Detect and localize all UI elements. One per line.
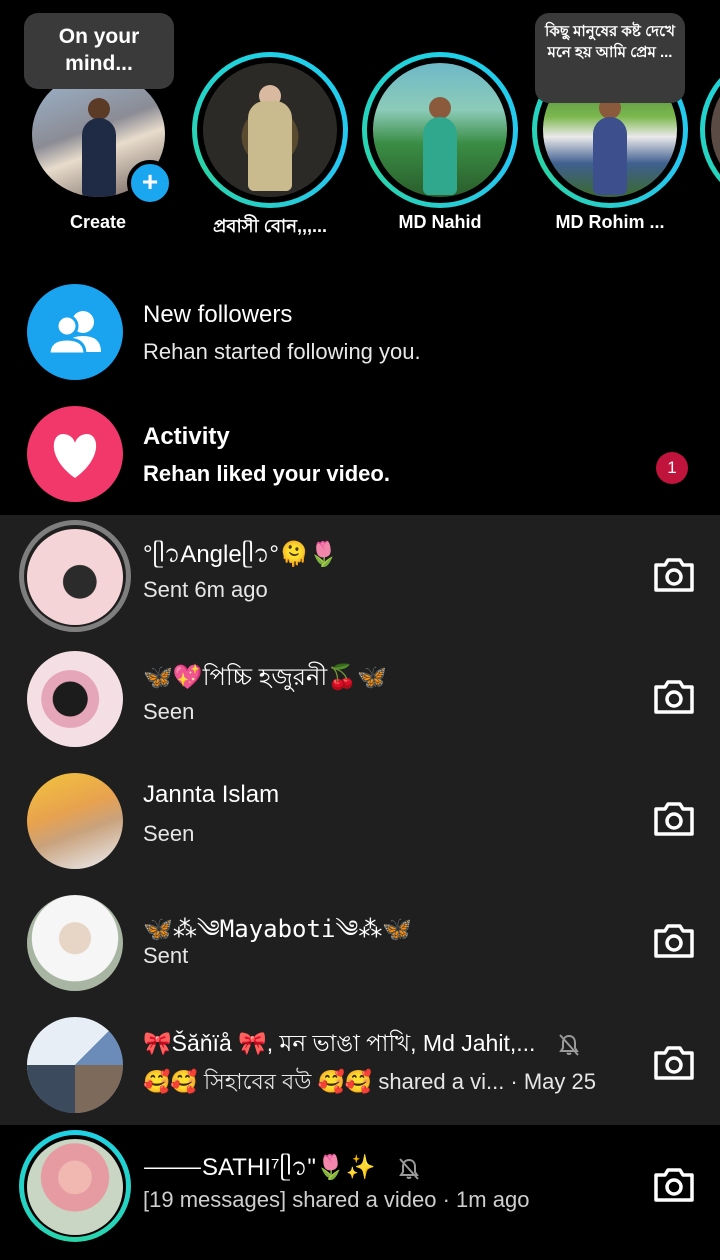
notification-title: New followers <box>143 301 293 328</box>
chat-row[interactable]: °ᥫ᭡Angleᥫ᭡°🫠🌷 Sent 6m ago <box>0 515 720 637</box>
notification-title: Activity <box>143 423 230 450</box>
group-chat-row[interactable]: 🎀Šăňïå 🎀, মন ভাঙা পাখি, Md Jahit,... 🥰🥰 … <box>0 1003 720 1125</box>
plus-icon[interactable]: + <box>127 160 173 206</box>
chat-name: °ᥫ᭡Angleᥫ᭡°🫠🌷 <box>143 541 339 568</box>
story-photo <box>203 63 337 197</box>
activity-row[interactable]: Activity Rehan liked your video. 1 <box>0 392 720 514</box>
story-item[interactable]: MD Nahid <box>340 0 518 250</box>
story-name: MD Rohim ... <box>555 212 665 232</box>
camera-icon[interactable] <box>652 799 696 839</box>
muted-bell-icon <box>399 1157 420 1180</box>
notification-subtitle: Rehan liked your video. <box>143 461 390 486</box>
chat-row[interactable]: Jannta Islam Seen <box>0 759 720 881</box>
story-item[interactable]: প্রবাসী বোন,,,... <box>170 0 348 250</box>
note-bubble[interactable]: কিছু মানুষের কষ্ট দেখে মনে হয় আমি প্রেম… <box>535 13 685 103</box>
story-ring <box>192 52 348 208</box>
unread-count-badge: 1 <box>656 452 688 484</box>
chat-meta: 🥰🥰 সিহাবের বউ 🥰🥰 shared a vi... · May 25 <box>143 1069 596 1094</box>
avatar <box>27 651 123 747</box>
stories-row: + Create প্রবাসী বোন,,,... MD Nahid MD R… <box>0 0 720 265</box>
avatar <box>27 895 123 991</box>
chat-name: 🎀Šăňïå 🎀, মন ভাঙা পাখি, Md Jahit,... <box>143 1025 582 1064</box>
chat-name: Jannta Islam <box>143 781 280 808</box>
group-avatar <box>27 1017 123 1113</box>
chat-name: 🦋💖পিচ্চি হজুরনী🍒🦋 <box>143 664 387 691</box>
avatar <box>27 529 123 625</box>
camera-icon[interactable] <box>652 555 696 595</box>
heart-icon <box>27 406 123 502</box>
chat-meta: [19 messages] shared a video · 1m ago <box>143 1187 530 1212</box>
chat-meta: Sent 6m ago <box>143 577 268 602</box>
avatar <box>27 773 123 869</box>
chat-meta: Seen <box>143 699 195 724</box>
chat-meta: Seen <box>143 821 195 846</box>
chat-list: °ᥫ᭡Angleᥫ᭡°🫠🌷 Sent 6m ago 🦋💖পিচ্চি হজুরন… <box>0 515 720 1125</box>
camera-icon[interactable] <box>652 677 696 717</box>
chat-meta: Sent <box>143 943 189 968</box>
next-row-peek <box>0 1245 720 1260</box>
story-photo <box>373 63 507 197</box>
new-followers-row[interactable]: New followers Rehan started following yo… <box>0 270 720 392</box>
chat-row[interactable]: 🦋⁂༄Mayaboti༄⁂🦋 Sent <box>0 881 720 1003</box>
notification-subtitle: Rehan started following you. <box>143 339 421 364</box>
camera-icon[interactable] <box>652 1043 696 1083</box>
people-icon <box>27 284 123 380</box>
chat-row[interactable]: ⸻SATHI⁷ᥫ᭡"🌷✨ [19 messages] shared a vide… <box>0 1125 720 1247</box>
avatar <box>27 1139 123 1235</box>
note-bubble[interactable]: On your mind... <box>24 13 174 89</box>
camera-icon[interactable] <box>652 921 696 961</box>
story-partial[interactable] <box>700 52 720 208</box>
chat-row[interactable]: 🦋💖পিচ্চি হজুরনী🍒🦋 Seen <box>0 637 720 759</box>
story-name: Create <box>69 212 127 232</box>
camera-icon[interactable] <box>652 1165 696 1205</box>
story-ring <box>362 52 518 208</box>
muted-bell-icon <box>558 1034 579 1056</box>
